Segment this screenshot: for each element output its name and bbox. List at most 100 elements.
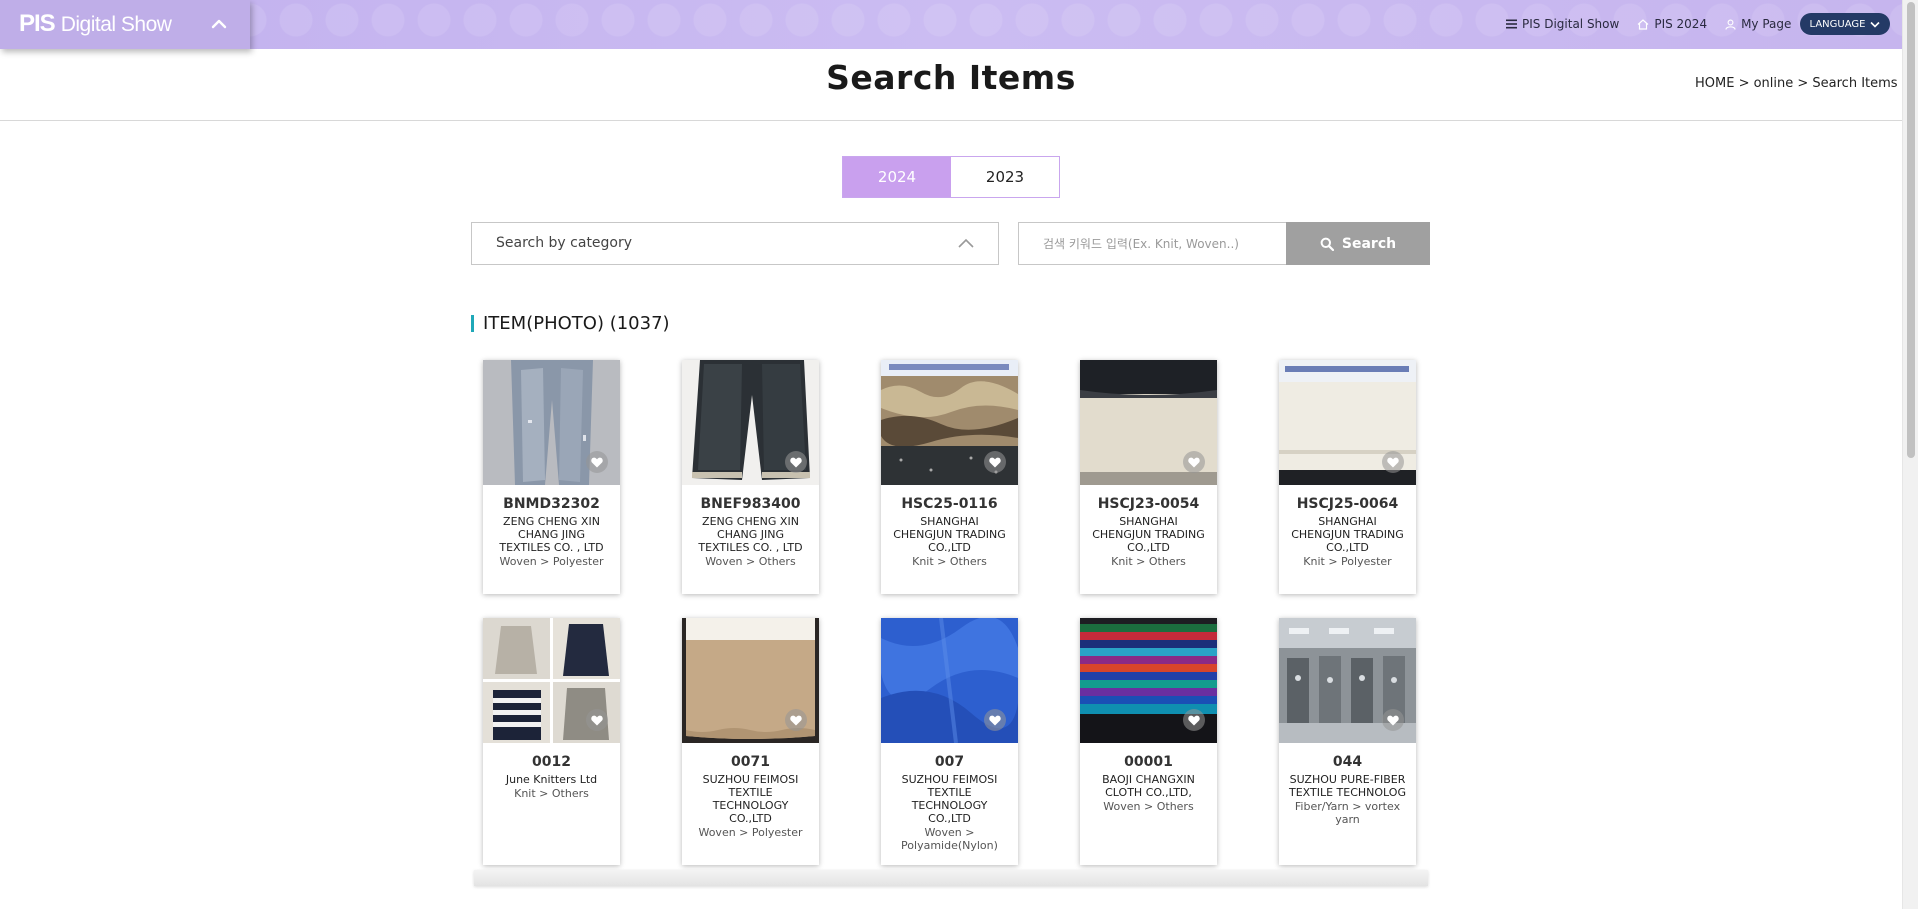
logo-bold-text: PIS <box>19 10 56 37</box>
item-card[interactable]: HSC25-0116 SHANGHAI CHENGJUN TRADING CO.… <box>881 360 1018 594</box>
category-select-label: Search by category <box>496 235 633 251</box>
heart-icon <box>591 715 603 725</box>
heart-icon <box>1188 457 1200 467</box>
item-image <box>1080 360 1217 485</box>
language-label: LANGUAGE <box>1809 18 1866 30</box>
item-image <box>682 360 819 485</box>
item-category: Woven > Polyester <box>499 555 604 568</box>
item-category: Fiber/Yarn > vortex yarn <box>1294 800 1401 826</box>
item-card[interactable]: HSCJ25-0064 SHANGHAI CHENGJUN TRADING CO… <box>1279 360 1416 594</box>
item-grid: BNMD32302 ZENG CHENG XIN CHANG JING TEXT… <box>483 360 1416 865</box>
heart-icon <box>989 715 1001 725</box>
menu-icon <box>1506 19 1517 29</box>
item-category: Woven > Polyester <box>698 826 803 839</box>
item-image <box>682 618 819 743</box>
favorite-button[interactable] <box>1183 709 1205 731</box>
item-category: Knit > Others <box>912 555 987 568</box>
item-card[interactable]: 00001 BAOJI CHANGXIN CLOTH CO.,LTD, Wove… <box>1080 618 1217 865</box>
item-code: 0071 <box>731 754 770 770</box>
item-card[interactable]: 007 SUZHOU FEIMOSI TEXTILE TECHNOLOGY CO… <box>881 618 1018 865</box>
favorite-button[interactable] <box>586 709 608 731</box>
item-card[interactable]: BNEF983400 ZENG CHENG XIN CHANG JING TEX… <box>682 360 819 594</box>
item-code: 0012 <box>532 754 571 770</box>
nav-pis-2024[interactable]: PIS 2024 <box>1637 17 1707 31</box>
section-title: ITEM(PHOTO) (1037) <box>483 313 670 334</box>
item-card[interactable]: HSCJ23-0054 SHANGHAI CHENGJUN TRADING CO… <box>1080 360 1217 594</box>
favorite-button[interactable] <box>1382 709 1404 731</box>
favorite-button[interactable] <box>785 709 807 731</box>
user-icon <box>1725 19 1736 30</box>
item-company: SHANGHAI CHENGJUN TRADING CO.,LTD <box>1291 515 1404 554</box>
item-code: HSC25-0116 <box>901 496 998 512</box>
item-code: HSCJ25-0064 <box>1296 496 1399 512</box>
favorite-button[interactable] <box>984 451 1006 473</box>
breadcrumb: HOME > online > Search Items <box>1695 76 1898 91</box>
item-code: BNEF983400 <box>700 496 801 512</box>
item-company: BAOJI CHANGXIN CLOTH CO.,LTD, <box>1102 773 1195 799</box>
chevron-up-icon <box>958 238 974 248</box>
item-card[interactable]: 0071 SUZHOU FEIMOSI TEXTILE TECHNOLOGY C… <box>682 618 819 865</box>
collapse-button[interactable] <box>207 12 231 36</box>
item-card[interactable]: 044 SUZHOU PURE-FIBER TEXTILE TECHNOLOG … <box>1279 618 1416 865</box>
category-select[interactable]: Search by category <box>471 222 999 265</box>
item-image <box>881 618 1018 743</box>
nav-pis-digital-show[interactable]: PIS Digital Show <box>1506 17 1619 31</box>
language-button[interactable]: LANGUAGE <box>1800 13 1890 35</box>
item-code: 007 <box>934 754 965 770</box>
item-category: Woven > Others <box>705 555 796 568</box>
item-code: HSCJ23-0054 <box>1097 496 1200 512</box>
section-heading: ITEM(PHOTO) (1037) <box>471 313 670 334</box>
heart-icon <box>1387 715 1399 725</box>
heart-icon <box>1387 457 1399 467</box>
scrollbar-thumb[interactable] <box>1907 2 1915 458</box>
page-title: Search Items <box>826 58 1076 97</box>
item-image <box>1279 360 1416 485</box>
home-icon <box>1637 18 1649 30</box>
search-button-label: Search <box>1341 235 1397 252</box>
item-image <box>483 618 620 743</box>
search-icon <box>1320 237 1334 251</box>
item-image <box>1279 618 1416 743</box>
favorite-button[interactable] <box>785 451 807 473</box>
item-code: 00001 <box>1124 754 1173 770</box>
item-category: Woven > Others <box>1103 800 1194 813</box>
heart-icon <box>1188 715 1200 725</box>
item-category: Knit > Polyester <box>1303 555 1392 568</box>
heart-icon <box>989 457 1001 467</box>
favorite-button[interactable] <box>984 709 1006 731</box>
chevron-down-icon <box>1870 21 1881 28</box>
item-card[interactable]: BNMD32302 ZENG CHENG XIN CHANG JING TEXT… <box>483 360 620 594</box>
item-company: SHANGHAI CHENGJUN TRADING CO.,LTD <box>1092 515 1205 554</box>
item-category: Knit > Others <box>1111 555 1186 568</box>
item-company: ZENG CHENG XIN CHANG JING TEXTILES CO. ,… <box>499 515 604 554</box>
item-image <box>1080 618 1217 743</box>
favorite-button[interactable] <box>1183 451 1205 473</box>
item-code: 044 <box>1332 754 1363 770</box>
item-card[interactable]: 0012 June Knitters Ltd Knit > Others <box>483 618 620 865</box>
nav-label: PIS 2024 <box>1654 17 1708 31</box>
chevron-up-icon <box>211 19 227 29</box>
item-company: SUZHOU FEIMOSI TEXTILE TECHNOLOGY CO.,LT… <box>901 773 998 825</box>
tab-2024[interactable]: 2024 <box>843 157 951 197</box>
heart-icon <box>591 457 603 467</box>
item-company: SUZHOU PURE-FIBER TEXTILE TECHNOLOG <box>1289 773 1406 799</box>
heart-icon <box>790 457 802 467</box>
logo-panel: PIS Digital Show <box>0 0 250 49</box>
search-input[interactable] <box>1018 222 1286 265</box>
favorite-button[interactable] <box>1382 451 1404 473</box>
nav-label: My Page <box>1741 17 1792 31</box>
site-logo[interactable]: PIS Digital Show <box>19 10 172 38</box>
search-button[interactable]: Search <box>1286 222 1430 265</box>
section-accent-bar <box>471 315 474 332</box>
item-company: June Knitters Ltd <box>505 773 598 786</box>
item-image <box>483 360 620 485</box>
item-company: SHANGHAI CHENGJUN TRADING CO.,LTD <box>893 515 1006 554</box>
tab-2023[interactable]: 2023 <box>951 157 1059 197</box>
divider <box>0 120 1902 121</box>
year-tabs: 2024 2023 <box>842 156 1060 198</box>
nav-my-page[interactable]: My Page <box>1725 17 1791 31</box>
scrollbar[interactable] <box>1902 0 1918 909</box>
item-category: Woven > Polyamide(Nylon) <box>901 826 998 852</box>
favorite-button[interactable] <box>586 451 608 473</box>
item-code: BNMD32302 <box>503 496 600 512</box>
